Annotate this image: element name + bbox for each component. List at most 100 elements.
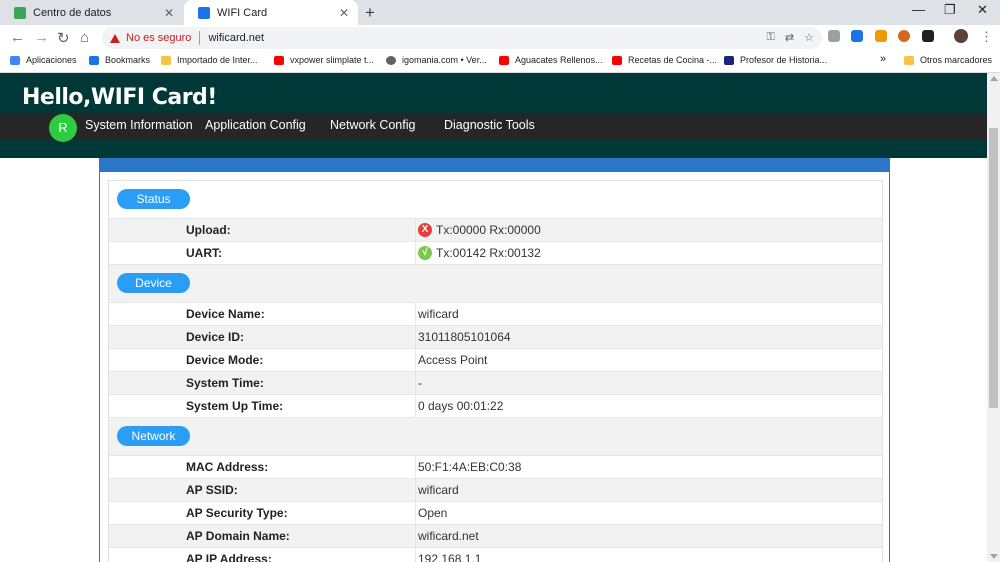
bookmark-label: igomania.com • Ver...: [402, 55, 487, 65]
table-row: Device Mode: Access Point: [109, 349, 882, 372]
forward-icon[interactable]: →: [34, 29, 49, 46]
security-status[interactable]: No es seguro: [126, 32, 191, 44]
row-label: System Time:: [186, 376, 264, 390]
section-title: Status: [117, 189, 190, 209]
star-icon[interactable]: ☆: [804, 31, 814, 44]
nav-network-config[interactable]: Network Config: [330, 118, 415, 132]
folder-icon: [904, 55, 914, 65]
bookmark-label: Aguacates Rellenos...: [515, 55, 603, 65]
row-value: Access Point: [418, 353, 488, 367]
scroll-down-icon[interactable]: [990, 554, 998, 559]
table-row: Device ID: 31011805101064: [109, 326, 882, 349]
globe-icon: [386, 55, 396, 65]
row-label: Device Mode:: [186, 353, 264, 367]
scroll-thumb[interactable]: [989, 128, 998, 408]
row-value: 0 days 00:01:22: [418, 399, 504, 413]
row-value: wificard.net: [418, 529, 479, 543]
bookmark-label: Otros marcadores: [920, 55, 993, 65]
section-device: Device: [109, 265, 882, 303]
bookmark-item[interactable]: Profesor de Historia...: [724, 55, 827, 65]
divider: [415, 395, 416, 417]
bookmark-item[interactable]: Recetas de Cocina -...: [612, 55, 717, 65]
scroll-up-icon[interactable]: [990, 76, 998, 81]
table-row: AP Domain Name: wificard.net: [109, 525, 882, 548]
row-value: 50:F1:4A:EB:C0:38: [418, 460, 522, 474]
check-icon: √: [418, 246, 432, 260]
bookmark-item[interactable]: vxpower slimplate t...: [274, 55, 374, 65]
divider: [415, 303, 416, 325]
divider: [415, 525, 416, 547]
bookmarks-bar: Aplicaciones Bookmarks Importado de Inte…: [0, 51, 1000, 73]
close-tab-icon[interactable]: ✕: [336, 6, 352, 20]
bookmark-item[interactable]: Bookmarks: [89, 55, 150, 65]
row-value: √ Tx:00142 Rx:00132: [418, 246, 541, 260]
wifi-favicon-icon: [198, 6, 210, 19]
address-bar[interactable]: No es seguro wificard.net ⚿ ⇄ ☆: [102, 27, 822, 49]
app-header: Hello,WIFI Card! R System Information Ap…: [0, 73, 987, 158]
table-row: AP Security Type: Open: [109, 502, 882, 525]
extension-cookie-icon[interactable]: [898, 30, 910, 42]
bookmark-label: Bookmarks: [105, 55, 151, 65]
translate-icon[interactable]: ⇄: [785, 31, 794, 44]
extension-m-icon[interactable]: [851, 30, 863, 42]
bookmarks-overflow-button[interactable]: »: [880, 53, 886, 65]
divider: [415, 326, 416, 348]
extension-hand-icon[interactable]: [875, 30, 887, 42]
table-row: Device Name: wificard: [109, 303, 882, 326]
row-label: System Up Time:: [186, 399, 284, 413]
extension-app-icon[interactable]: [922, 30, 934, 42]
youtube-icon: [499, 55, 509, 65]
row-label: Upload:: [186, 223, 231, 237]
row-label: UART:: [186, 246, 222, 260]
nav-system-information[interactable]: System Information: [85, 118, 193, 132]
info-table: Status Upload: X Tx:00000 Rx:00000 UART:…: [108, 180, 883, 562]
bookmark-label: vxpower slimplate t...: [290, 55, 375, 65]
row-label: AP Security Type:: [186, 506, 288, 520]
maximize-icon[interactable]: ❐: [944, 2, 956, 18]
divider: [415, 242, 416, 264]
bookmark-label: Aplicaciones: [26, 55, 77, 65]
menu-kebab-icon[interactable]: ⋮: [980, 29, 993, 45]
bookmark-item[interactable]: Aguacates Rellenos...: [499, 55, 603, 65]
profile-avatar-icon[interactable]: [954, 29, 968, 43]
row-value: 192.168.1.1: [418, 552, 482, 562]
new-tab-button[interactable]: +: [365, 3, 375, 23]
nav-diagnostic-tools[interactable]: Diagnostic Tools: [444, 118, 535, 132]
key-icon[interactable]: ⚿: [767, 31, 775, 44]
home-icon[interactable]: ⌂: [80, 29, 89, 46]
minimize-icon[interactable]: —: [912, 2, 925, 17]
bookmark-item[interactable]: Importado de Inter...: [161, 55, 258, 65]
bookmark-item[interactable]: Aplicaciones: [10, 55, 77, 65]
page-scrollbar[interactable]: [987, 73, 1000, 562]
divider: [415, 349, 416, 371]
table-row: UART: √ Tx:00142 Rx:00132: [109, 242, 882, 265]
back-icon[interactable]: ←: [10, 29, 25, 46]
table-row: Upload: X Tx:00000 Rx:00000: [109, 219, 882, 242]
close-window-icon[interactable]: ✕: [977, 2, 988, 18]
omnibox-actions: ⚿ ⇄ ☆: [767, 31, 814, 44]
browser-toolbar: ← → ↻ ⌂ No es seguro wificard.net ⚿ ⇄ ☆ …: [0, 25, 1000, 51]
bookmark-item[interactable]: igomania.com • Ver...: [386, 55, 487, 65]
row-value: X Tx:00000 Rx:00000: [418, 223, 541, 237]
row-label: Device ID:: [186, 330, 245, 344]
system-info-panel: Status Upload: X Tx:00000 Rx:00000 UART:…: [99, 172, 890, 562]
extension-puzzle-icon[interactable]: [828, 30, 840, 42]
avatar[interactable]: R: [49, 114, 77, 142]
section-title: Device: [117, 273, 190, 293]
upload-counter: Tx:00000 Rx:00000: [436, 223, 541, 237]
youtube-icon: [274, 55, 284, 65]
url-text[interactable]: wificard.net: [208, 32, 264, 44]
divider: [415, 372, 416, 394]
close-tab-icon[interactable]: ✕: [161, 6, 177, 20]
warning-icon: [110, 33, 120, 43]
youtube-icon: [612, 55, 622, 65]
tab-wifi-card[interactable]: WIFI Card ✕: [184, 0, 358, 25]
nav-application-config[interactable]: Application Config: [205, 118, 306, 132]
divider: [415, 502, 416, 524]
divider: [199, 31, 201, 45]
tab-centro-de-datos[interactable]: Centro de datos ✕: [0, 0, 183, 25]
reload-icon[interactable]: ↻: [57, 29, 70, 47]
table-row: System Time: -: [109, 372, 882, 395]
section-status: Status: [109, 181, 882, 219]
other-bookmarks[interactable]: Otros marcadores: [904, 55, 992, 65]
